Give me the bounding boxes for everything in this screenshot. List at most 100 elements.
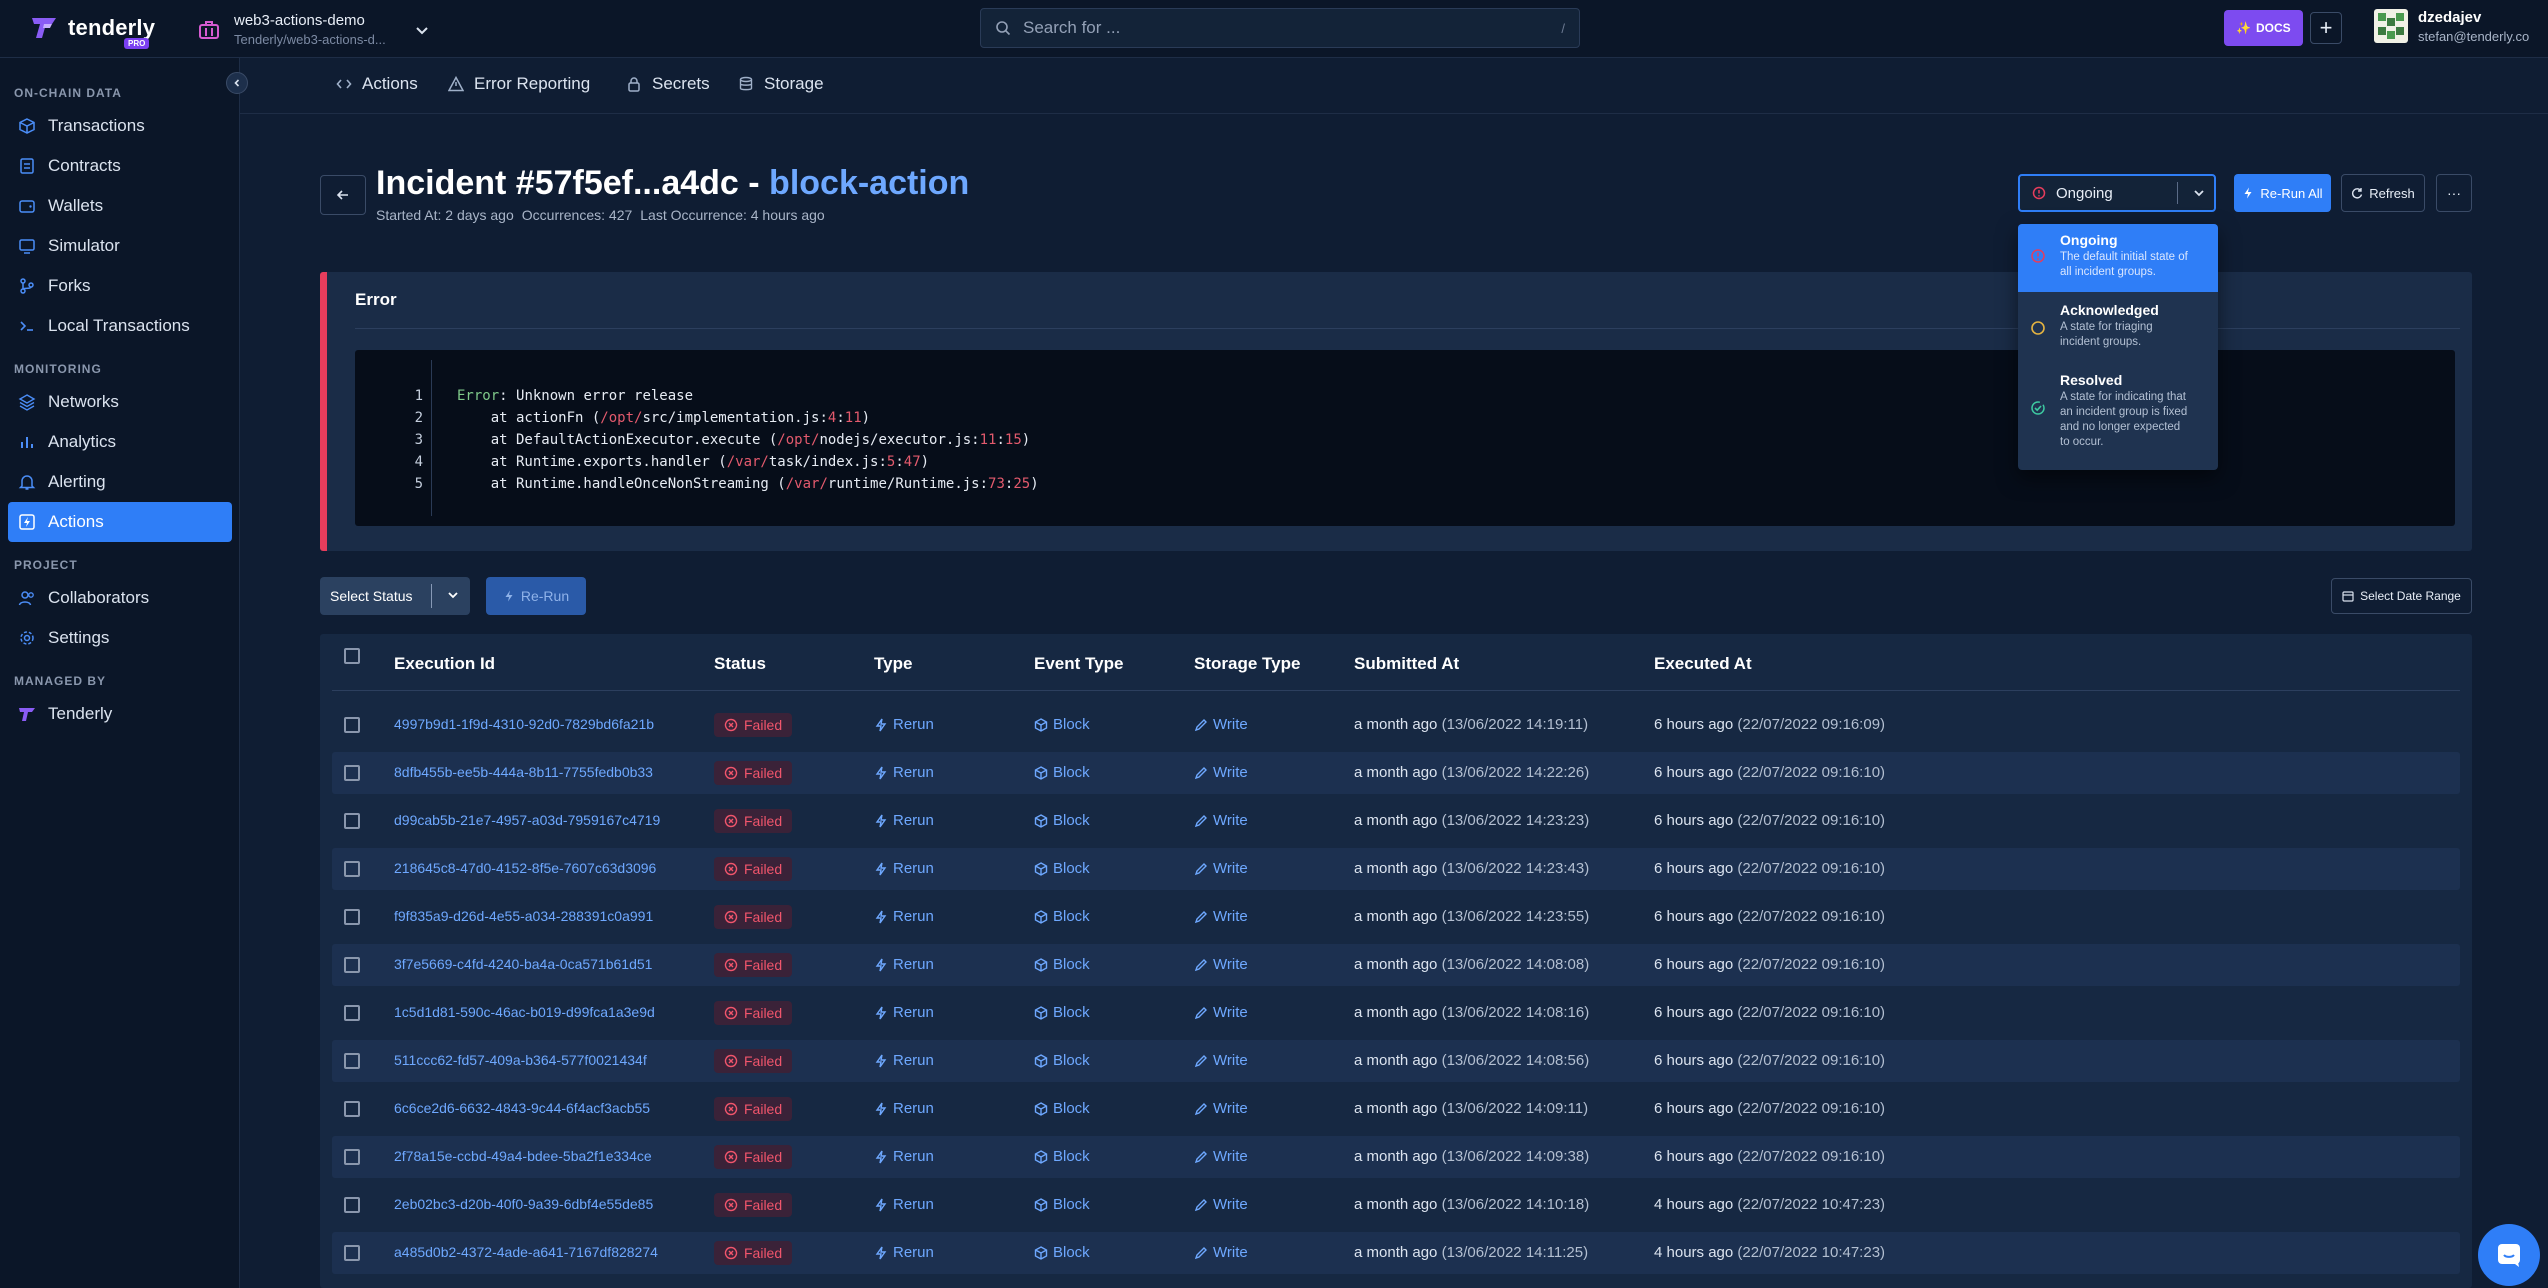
sidebar-item-analytics[interactable]: Analytics — [8, 422, 232, 462]
cube-icon — [1034, 1101, 1048, 1116]
code-token: at Runtime.handleOnceNonStreaming ( — [457, 476, 786, 492]
column-header-type[interactable]: Type — [874, 654, 912, 674]
execution-id-link[interactable]: a485d0b2-4372-4ade-a641-7167df828274 — [394, 1244, 658, 1260]
search-input[interactable] — [1023, 18, 1550, 38]
status-option-ongoing[interactable]: Ongoing The default initial state of all… — [2018, 224, 2218, 292]
tab-error-reporting[interactable]: Error Reporting — [448, 74, 590, 94]
table-row[interactable]: 6c6ce2d6-6632-4843-9c44-6f4acf3acb55 Fail… — [332, 1088, 2460, 1130]
column-header-executed-at[interactable]: Executed At — [1654, 654, 1752, 674]
sidebar-item-settings[interactable]: Settings — [8, 618, 232, 658]
bar-chart-icon — [21, 437, 33, 448]
lightning-icon — [875, 1150, 887, 1163]
row-checkbox[interactable] — [344, 765, 360, 781]
execution-id-link[interactable]: 218645c8-47d0-4152-8f5e-7607c63d3096 — [394, 860, 656, 876]
date-range-button[interactable]: Select Date Range — [2331, 578, 2472, 614]
execution-id-link[interactable]: 2f78a15e-ccbd-49a4-bdee-5ba2f1e334ce — [394, 1148, 652, 1164]
search-bar[interactable]: / — [980, 8, 1580, 48]
tab-actions[interactable]: Actions — [336, 74, 418, 94]
tab-storage[interactable]: Storage — [738, 74, 824, 94]
row-checkbox[interactable] — [344, 1053, 360, 1069]
lightning-icon — [19, 514, 35, 530]
status-option-resolved[interactable]: Resolved A state for indicating that an … — [2018, 364, 2218, 468]
event-type-cell: Block — [1034, 764, 1090, 781]
support-chat-button[interactable] — [2478, 1224, 2540, 1286]
add-button[interactable]: + — [2310, 12, 2342, 44]
execution-id-link[interactable]: 2eb02bc3-d20b-40f0-9a39-6dbf4e55de85 — [394, 1196, 653, 1212]
sidebar-item-wallets[interactable]: Wallets — [8, 186, 232, 226]
row-checkbox[interactable] — [344, 1197, 360, 1213]
row-checkbox[interactable] — [344, 1005, 360, 1021]
table-row[interactable]: f9f835a9-d26d-4e55-a034-288391c0a991 Fail… — [332, 896, 2460, 938]
table-row[interactable]: 8dfb455b-ee5b-444a-8b11-7755fedb0b33 Fail… — [332, 752, 2460, 794]
execution-id-link[interactable]: 8dfb455b-ee5b-444a-8b11-7755fedb0b33 — [394, 764, 653, 780]
column-header-status[interactable]: Status — [714, 654, 766, 674]
executed-at-cell: 6 hours ago (22/07/2022 09:16:10) — [1654, 1100, 1885, 1117]
sidebar-item-contracts[interactable]: Contracts — [8, 146, 232, 186]
column-header-event-type[interactable]: Event Type — [1034, 654, 1123, 674]
rerun-button[interactable]: Re-Run — [486, 577, 586, 615]
sidebar-item-simulator[interactable]: Simulator — [8, 226, 232, 266]
sidebar-collapse-button[interactable] — [226, 72, 248, 94]
sidebar-item-label: Forks — [48, 276, 91, 295]
tab-label: Actions — [362, 74, 418, 93]
table-row[interactable]: 2f78a15e-ccbd-49a4-bdee-5ba2f1e334ce Fail… — [332, 1136, 2460, 1178]
row-checkbox[interactable] — [344, 813, 360, 829]
column-header-execution-id[interactable]: Execution Id — [394, 654, 495, 674]
table-row[interactable]: 511ccc62-fd57-409a-b364-577f0021434f Fail… — [332, 1040, 2460, 1082]
incident-status-select[interactable]: Ongoing — [2018, 174, 2216, 212]
execution-id-link[interactable]: f9f835a9-d26d-4e55-a034-288391c0a991 — [394, 908, 653, 924]
row-checkbox[interactable] — [344, 909, 360, 925]
sidebar-item-tenderly[interactable]: Tenderly — [8, 694, 232, 734]
status-option-acknowledged[interactable]: Acknowledged A state for triaging incide… — [2018, 294, 2218, 362]
sidebar-item-local-transactions[interactable]: Local Transactions — [8, 306, 232, 346]
table-row[interactable]: 2eb02bc3-d20b-40f0-9a39-6dbf4e55de85 Fail… — [332, 1184, 2460, 1226]
row-checkbox[interactable] — [344, 1149, 360, 1165]
execution-id-link[interactable]: 4997b9d1-1f9d-4310-92d0-7829bd6fa21b — [394, 716, 654, 732]
table-row[interactable]: a485d0b2-4372-4ade-a641-7167df828274 Fail… — [332, 1232, 2460, 1274]
back-button[interactable] — [320, 175, 366, 215]
refresh-button[interactable]: Refresh — [2341, 174, 2425, 212]
execution-id-link[interactable]: 511ccc62-fd57-409a-b364-577f0021434f — [394, 1052, 647, 1068]
column-header-storage-type[interactable]: Storage Type — [1194, 654, 1300, 674]
table-row[interactable]: d99cab5b-21e7-4957-a03d-7959167c4719 Fail… — [332, 800, 2460, 842]
more-options-button[interactable]: ··· — [2436, 174, 2472, 212]
execution-id-link[interactable]: 3f7e5669-c4fd-4240-ba4a-0ca571b61d51 — [394, 956, 652, 972]
sidebar-item-networks[interactable]: Networks — [8, 382, 232, 422]
sidebar-item-collaborators[interactable]: Collaborators — [8, 578, 232, 618]
sidebar-item-alerting[interactable]: Alerting — [8, 462, 232, 502]
row-checkbox[interactable] — [344, 1245, 360, 1261]
sidebar-item-forks[interactable]: Forks — [8, 266, 232, 306]
project-switcher[interactable]: web3-actions-demo Tenderly/web3-actions-… — [198, 12, 430, 47]
status-text: Failed — [744, 1245, 783, 1261]
docs-button[interactable]: ✨ DOCS — [2224, 10, 2303, 46]
tab-secrets[interactable]: Secrets — [626, 74, 710, 94]
status-badge: Failed — [714, 1193, 793, 1217]
user-menu[interactable]: dzedajev stefan@tenderly.co — [2374, 9, 2529, 44]
cube-icon — [1034, 1005, 1048, 1020]
execution-id-link[interactable]: 1c5d1d81-590c-46ac-b019-d99fca1a3e9d — [394, 1004, 655, 1020]
status-badge: Failed — [714, 953, 793, 977]
submitted-absolute: (13/06/2022 14:09:11) — [1441, 1100, 1589, 1117]
table-row[interactable]: 3f7e5669-c4fd-4240-ba4a-0ca571b61d51 Fail… — [332, 944, 2460, 986]
execution-id-link[interactable]: 6c6ce2d6-6632-4843-9c44-6f4acf3acb55 — [394, 1100, 650, 1116]
select-divider — [431, 584, 432, 608]
storage-type-cell: Write — [1194, 1244, 1248, 1261]
table-row[interactable]: 4997b9d1-1f9d-4310-92d0-7829bd6fa21b Fail… — [332, 704, 2460, 746]
select-all-checkbox[interactable] — [344, 648, 360, 664]
status-filter-select[interactable]: Select Status — [320, 577, 470, 615]
check-circle-icon — [2031, 401, 2045, 415]
row-checkbox[interactable] — [344, 717, 360, 733]
table-row[interactable]: 218645c8-47d0-4152-8f5e-7607c63d3096 Fail… — [332, 848, 2460, 890]
column-header-submitted-at[interactable]: Submitted At — [1354, 654, 1459, 674]
action-name-link[interactable]: block-action — [769, 164, 969, 202]
rerun-all-button[interactable]: Re-Run All — [2234, 174, 2331, 212]
row-checkbox[interactable] — [344, 957, 360, 973]
sidebar-item-actions[interactable]: Actions — [8, 502, 232, 542]
execution-id-link[interactable]: d99cab5b-21e7-4957-a03d-7959167c4719 — [394, 812, 660, 828]
event-type-cell: Block — [1034, 1244, 1090, 1261]
row-checkbox[interactable] — [344, 861, 360, 877]
executed-relative: 4 hours ago — [1654, 1244, 1734, 1261]
table-row[interactable]: 1c5d1d81-590c-46ac-b019-d99fca1a3e9d Fail… — [332, 992, 2460, 1034]
sidebar-item-transactions[interactable]: Transactions — [8, 106, 232, 146]
row-checkbox[interactable] — [344, 1101, 360, 1117]
